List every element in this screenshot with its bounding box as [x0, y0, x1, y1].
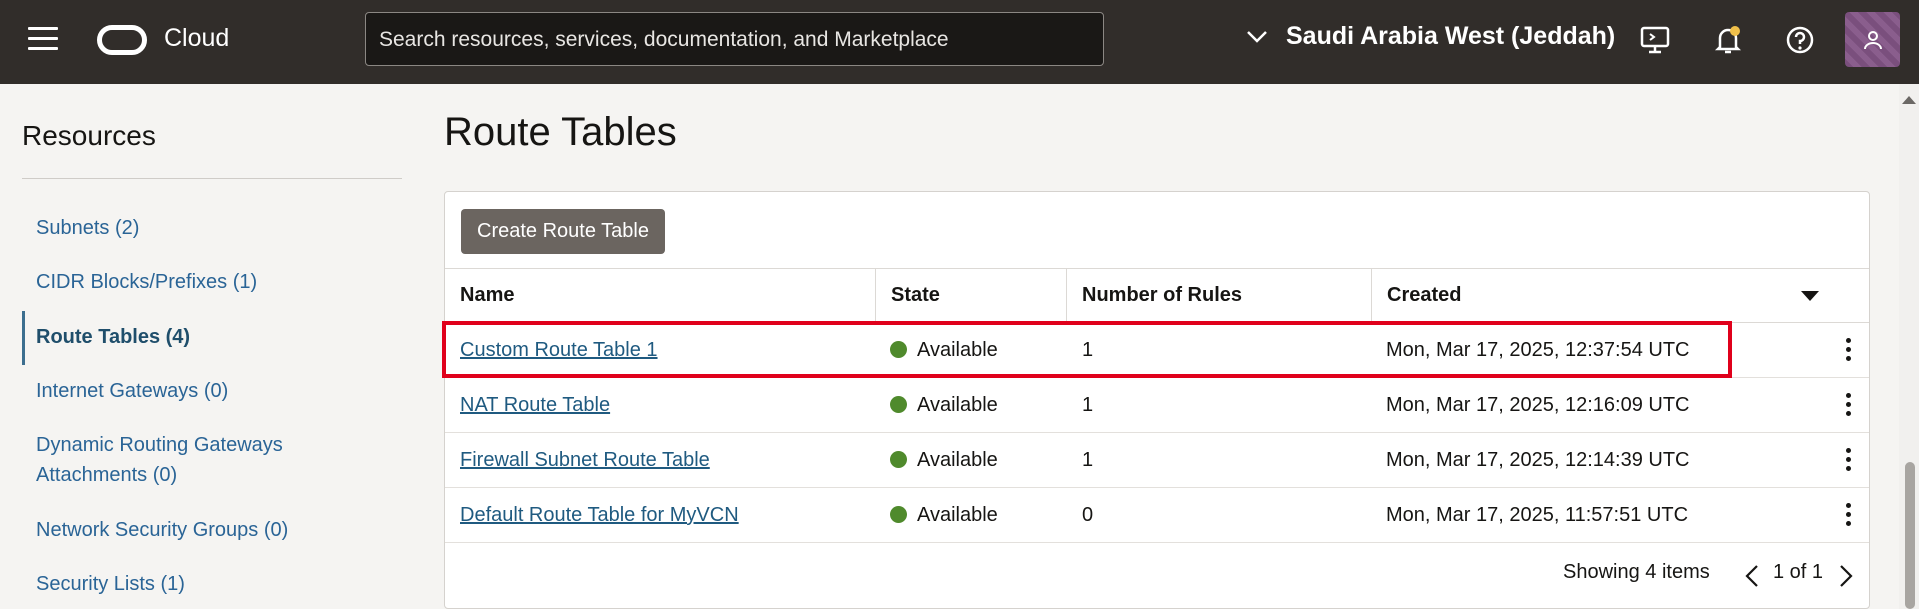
route-table-link[interactable]: Default Route Table for MyVCN	[460, 504, 739, 526]
status-dot-icon	[890, 341, 907, 358]
scroll-up-arrow-icon[interactable]	[1902, 94, 1916, 104]
resources-heading: Resources	[22, 120, 156, 151]
sidebar-item-drg-attachments[interactable]: Dynamic Routing Gateways	[36, 430, 283, 460]
notifications-bell-icon[interactable]	[1710, 22, 1746, 58]
page-title: Route Tables	[444, 110, 677, 154]
route-table-link[interactable]: Firewall Subnet Route Table	[460, 449, 710, 471]
row-actions-kebab-icon[interactable]	[1843, 448, 1853, 474]
create-route-table-button[interactable]: Create Route Table	[461, 209, 665, 254]
sort-caret-icon[interactable]	[1801, 291, 1819, 301]
brand-label[interactable]: Cloud	[164, 24, 229, 53]
user-avatar[interactable]	[1845, 12, 1900, 67]
cloud-shell-icon[interactable]	[1637, 22, 1673, 58]
sidebar-item-cidr-blocks[interactable]: CIDR Blocks/Prefixes (1)	[36, 267, 257, 297]
row-actions-kebab-icon[interactable]	[1843, 393, 1853, 419]
row-actions-kebab-icon[interactable]	[1843, 503, 1853, 529]
table-header: Name State Number of Rules Created	[445, 268, 1869, 323]
user-icon	[1863, 30, 1882, 49]
status-dot-icon	[890, 396, 907, 413]
next-page-icon[interactable]	[1838, 564, 1854, 588]
created-value: Mon, Mar 17, 2025, 12:16:09 UTC	[1386, 394, 1690, 416]
state-value: Available	[917, 394, 998, 416]
row-actions-kebab-icon[interactable]	[1843, 338, 1853, 364]
column-header-state[interactable]: State	[875, 269, 1066, 322]
rules-value: 0	[1082, 504, 1094, 526]
chevron-down-icon	[1247, 30, 1267, 43]
divider	[22, 178, 402, 179]
oracle-logo-icon[interactable]	[97, 25, 147, 55]
state-value: Available	[917, 504, 998, 526]
search-input[interactable]: Search resources, services, documentatio…	[365, 12, 1104, 66]
table-row: Default Route Table for MyVCN Available …	[445, 488, 1869, 543]
table-row: Firewall Subnet Route Table Available 1 …	[445, 433, 1869, 488]
column-header-created-label: Created	[1387, 284, 1462, 306]
region-selector[interactable]: Saudi Arabia West (Jeddah)	[1246, 22, 1615, 51]
column-header-created[interactable]: Created	[1371, 269, 1869, 322]
menu-icon[interactable]	[28, 27, 58, 53]
previous-page-icon[interactable]	[1744, 564, 1760, 588]
help-icon[interactable]	[1782, 22, 1818, 58]
rules-value: 1	[1082, 449, 1094, 471]
rules-value: 1	[1082, 339, 1094, 361]
active-indicator	[22, 311, 25, 365]
sidebar-item-network-security-groups[interactable]: Network Security Groups (0)	[36, 515, 288, 545]
status-dot-icon	[890, 451, 907, 468]
page-indicator: 1 of 1	[1773, 561, 1824, 583]
route-table-link[interactable]: NAT Route Table	[460, 394, 610, 416]
rules-value: 1	[1082, 394, 1094, 416]
table-row: Custom Route Table 1 Available 1 Mon, Ma…	[445, 323, 1869, 378]
sidebar-item-security-lists[interactable]: Security Lists (1)	[36, 569, 185, 599]
region-label: Saudi Arabia West (Jeddah)	[1286, 22, 1616, 50]
sidebar-item-internet-gateways[interactable]: Internet Gateways (0)	[36, 376, 228, 406]
sidebar-item-route-tables[interactable]: Route Tables (4)	[36, 322, 190, 352]
created-value: Mon, Mar 17, 2025, 11:57:51 UTC	[1386, 504, 1689, 526]
state-value: Available	[917, 339, 998, 361]
column-header-name[interactable]: Name	[445, 269, 875, 322]
state-value: Available	[917, 449, 998, 471]
route-tables-panel: Create Route Table Name State Number of …	[444, 191, 1870, 609]
created-value: Mon, Mar 17, 2025, 12:37:54 UTC	[1386, 339, 1690, 361]
column-header-rules[interactable]: Number of Rules	[1066, 269, 1371, 322]
item-count: Showing 4 items	[1563, 561, 1710, 583]
route-table-link[interactable]: Custom Route Table 1	[460, 339, 658, 361]
table-row: NAT Route Table Available 1 Mon, Mar 17,…	[445, 378, 1869, 433]
top-bar: Cloud Search resources, services, docume…	[0, 0, 1919, 84]
sidebar-item-drg-attachments-count[interactable]: Attachments (0)	[36, 460, 177, 490]
status-dot-icon	[890, 506, 907, 523]
created-value: Mon, Mar 17, 2025, 12:14:39 UTC	[1386, 449, 1690, 471]
scrollbar-thumb[interactable]	[1905, 462, 1915, 609]
sidebar-item-subnets[interactable]: Subnets (2)	[36, 213, 139, 243]
